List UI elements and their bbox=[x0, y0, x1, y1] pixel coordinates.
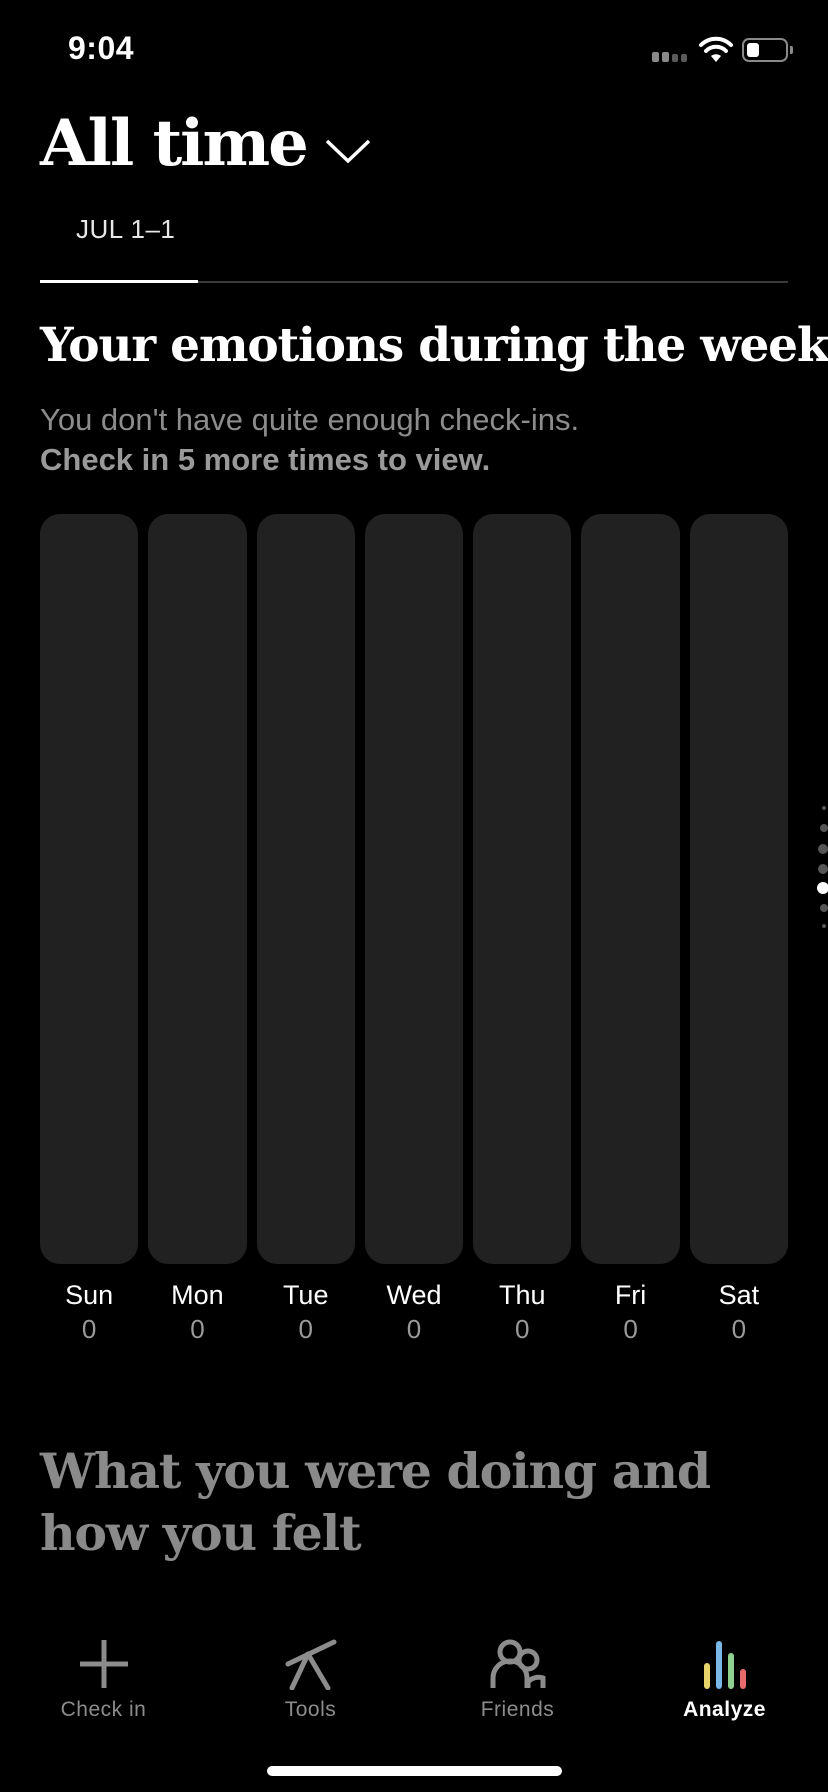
page-dot bbox=[818, 864, 828, 874]
home-indicator bbox=[267, 1766, 562, 1776]
day-bar bbox=[148, 514, 247, 1264]
weekly-emotions-chart: Sun 0 Mon 0 Tue 0 Wed 0 Thu 0 Fri 0 Sat 0 bbox=[40, 514, 788, 1348]
day-count: 0 bbox=[406, 1314, 422, 1344]
status-time: 9:04 bbox=[68, 30, 135, 66]
notice-text: You don't have quite enough check-ins. C… bbox=[40, 400, 579, 480]
day-count: 0 bbox=[298, 1314, 313, 1344]
friends-icon bbox=[490, 1639, 545, 1688]
notice-message: You don't have quite enough check-ins. bbox=[40, 402, 580, 437]
page-dot bbox=[818, 844, 828, 854]
chevron-down-icon bbox=[325, 139, 371, 163]
page-dot bbox=[822, 806, 826, 810]
day-bar bbox=[581, 514, 680, 1264]
day-label: Sat bbox=[718, 1280, 760, 1310]
day-count: 0 bbox=[623, 1314, 638, 1344]
day-count: 0 bbox=[190, 1314, 205, 1344]
day-bar bbox=[473, 514, 572, 1264]
page-dot-active bbox=[817, 882, 828, 894]
time-range-label: All time bbox=[40, 106, 309, 181]
day-bar bbox=[689, 514, 788, 1264]
nav-check-in[interactable]: Check in bbox=[0, 1594, 207, 1724]
section2-title: What you were doing and how you felt bbox=[40, 1442, 711, 1562]
nav-tools[interactable]: Tools bbox=[207, 1594, 414, 1724]
day-count: 0 bbox=[515, 1314, 530, 1344]
day-bar bbox=[40, 514, 139, 1264]
day-count: 0 bbox=[731, 1314, 747, 1344]
page-dot bbox=[822, 924, 826, 928]
day-label: Wed bbox=[386, 1280, 442, 1310]
section-title: Your emotions during the week bbox=[40, 318, 828, 373]
analyze-icon bbox=[703, 1641, 746, 1689]
tab-active-indicator bbox=[40, 280, 198, 283]
cellular-signal-icon bbox=[652, 48, 690, 62]
day-bar bbox=[364, 514, 464, 1264]
battery-nub bbox=[790, 46, 793, 54]
day-label: Tue bbox=[282, 1280, 329, 1310]
bottom-tab-bar: Check in Tools Friends Analyze bbox=[0, 1594, 828, 1792]
page-dot bbox=[820, 824, 828, 832]
notice-call-to-action: Check in 5 more times to view. bbox=[40, 442, 491, 477]
nav-label: Tools bbox=[284, 1698, 337, 1721]
day-label: Fri bbox=[614, 1280, 647, 1310]
status-bar: 9:04 bbox=[0, 0, 828, 100]
day-bar bbox=[256, 514, 355, 1264]
nav-friends[interactable]: Friends bbox=[414, 1594, 621, 1724]
page-dot bbox=[820, 904, 828, 912]
plus-icon bbox=[79, 1640, 128, 1688]
day-label: Thu bbox=[499, 1280, 546, 1310]
page-indicator bbox=[814, 800, 828, 940]
day-label: Sun bbox=[65, 1280, 114, 1310]
nav-label: Friends bbox=[480, 1698, 555, 1721]
tab-date-range[interactable]: JUL 1–1 bbox=[76, 214, 175, 245]
nav-label: Analyze bbox=[683, 1698, 766, 1721]
time-range-dropdown[interactable]: All time bbox=[40, 106, 371, 181]
tools-icon bbox=[285, 1639, 336, 1690]
day-count: 0 bbox=[81, 1314, 97, 1344]
day-label: Mon bbox=[171, 1280, 224, 1310]
battery-icon bbox=[742, 38, 788, 62]
nav-label: Check in bbox=[60, 1698, 147, 1721]
nav-analyze[interactable]: Analyze bbox=[621, 1594, 828, 1724]
wifi-icon bbox=[699, 36, 733, 62]
